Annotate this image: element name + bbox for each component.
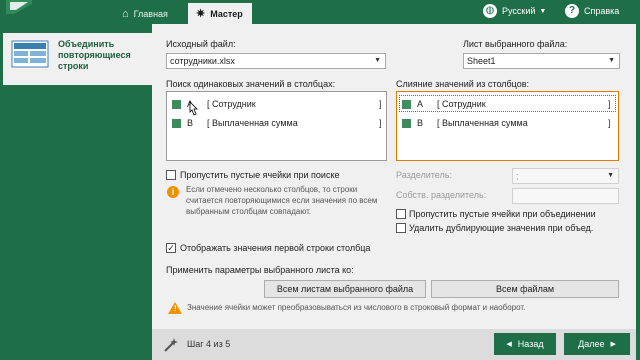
column-bracket: ]: [379, 118, 382, 128]
skip-empty-search-checkbox[interactable]: [166, 170, 176, 180]
tab-home[interactable]: ⌂ Главная: [114, 3, 182, 24]
search-columns-list[interactable]: A [ Сотрудник ] B [ Выплаченная сумма ]: [166, 91, 387, 161]
column-bracket: ]: [379, 99, 382, 109]
language-selector[interactable]: ◍ Русский ▼: [483, 4, 546, 18]
source-file-select[interactable]: сотрудники.xlsx ▼: [166, 53, 386, 69]
wizard-footer: Шаг 4 из 5 ◀ Назад Далее ▶: [152, 329, 636, 360]
help-button[interactable]: ? Справка: [565, 4, 619, 18]
sidebar-item-merge-duplicates[interactable]: Объединить повторяющиеся строки: [3, 33, 152, 85]
tab-master-label: Мастер: [210, 8, 243, 19]
remove-duplicates-label: Удалить дублирующие значения при объед.: [409, 223, 594, 233]
sidebar: Объединить повторяющиеся строки: [3, 24, 152, 360]
list-item[interactable]: B [ Выплаченная сумма: [402, 116, 612, 130]
search-columns-label: Поиск одинаковых значений в столбцах:: [166, 79, 336, 89]
column-color-icon: [402, 118, 411, 128]
list-item[interactable]: B [ Выплаченная сумма: [172, 116, 382, 130]
show-first-row-checkbox[interactable]: ✓: [166, 243, 176, 253]
column-name: [ Выплаченная сумма: [207, 118, 298, 128]
language-label: Русский: [502, 6, 536, 16]
chevron-down-icon: ▼: [608, 57, 615, 64]
chevron-down-icon: ▼: [374, 57, 381, 64]
show-first-row-label: Отображать значения первой строки столбц…: [180, 243, 371, 253]
main-panel: Исходный файл: сотрудники.xlsx ▼ Лист вы…: [152, 24, 636, 360]
sheet-label: Лист выбранного файла:: [463, 39, 568, 49]
column-color-icon: [402, 99, 411, 109]
chevron-left-icon: ◀: [506, 341, 512, 348]
step-indicator: Шаг 4 из 5: [187, 339, 231, 349]
mouse-cursor-icon: [189, 101, 198, 116]
frame-border-right: [636, 24, 640, 360]
skip-empty-merge-label: Пропустить пустые ячейки при объединении: [409, 209, 596, 219]
title-bar: ⌂ Главная ✷ Мастер ◍ Русский ▼ ? Справка: [0, 0, 640, 24]
app-logo-icon: [6, 0, 32, 14]
column-letter: B: [417, 118, 424, 128]
source-file-value: сотрудники.xlsx: [170, 56, 235, 66]
info-icon: i: [167, 186, 179, 198]
column-bracket: ]: [608, 99, 611, 109]
apply-label: Применить параметры выбранного листа ко:: [166, 265, 354, 275]
merge-rows-icon: [11, 40, 49, 68]
help-label: Справка: [584, 6, 620, 16]
list-item[interactable]: A [ Сотрудник: [402, 97, 612, 111]
chevron-down-icon: ▼: [539, 7, 547, 15]
source-file-label: Исходный файл:: [166, 39, 236, 49]
magic-wand-icon: [164, 338, 178, 352]
custom-separator-label: Собств. разделитель:: [396, 190, 487, 200]
list-item[interactable]: A [ Сотрудник: [172, 97, 382, 111]
column-name: [ Сотрудник: [207, 99, 256, 109]
skip-empty-merge-checkbox[interactable]: [396, 209, 406, 219]
column-letter: A: [417, 99, 424, 109]
tab-master[interactable]: ✷ Мастер: [188, 3, 252, 24]
merge-columns-label: Слияние значений из столбцов:: [396, 79, 530, 89]
remove-duplicates-checkbox[interactable]: [396, 223, 406, 233]
globe-icon: ◍: [483, 4, 497, 18]
column-letter: B: [187, 118, 194, 128]
back-button[interactable]: ◀ Назад: [494, 333, 556, 355]
sidebar-item-label: Объединить повторяющиеся строки: [58, 39, 131, 71]
next-button[interactable]: Далее ▶: [564, 333, 630, 355]
tab-home-label: Главная: [133, 8, 168, 19]
separator-value: ;: [516, 171, 519, 181]
custom-separator-input[interactable]: [512, 188, 619, 204]
skip-empty-search-label: Пропустить пустые ячейки при поиске: [180, 170, 340, 180]
separator-select[interactable]: ; ▼: [512, 168, 619, 184]
info-note: Если отмечено несколько столбцов, то стр…: [186, 185, 378, 216]
next-label: Далее: [578, 339, 605, 349]
sheet-value: Sheet1: [467, 56, 496, 66]
sheet-select[interactable]: Sheet1 ▼: [463, 53, 620, 69]
column-name: [ Выплаченная сумма: [437, 118, 528, 128]
column-color-icon: [172, 99, 181, 109]
chevron-right-icon: ▶: [610, 341, 616, 348]
separator-label: Разделитель:: [396, 170, 452, 180]
warning-mark: !: [174, 304, 177, 313]
help-icon: ?: [565, 4, 579, 18]
column-name: [ Сотрудник: [437, 99, 486, 109]
apply-all-files-button[interactable]: Всем файлам: [431, 280, 619, 298]
chevron-down-icon: ▼: [607, 172, 614, 179]
back-label: Назад: [517, 339, 544, 349]
warning-note: Значение ячейки может преобразовываться …: [187, 303, 526, 312]
column-color-icon: [172, 118, 181, 128]
merge-columns-list[interactable]: A [ Сотрудник ] B [ Выплаченная сумма ]: [396, 91, 619, 161]
magic-wand-icon: ✷: [196, 8, 206, 20]
home-icon: ⌂: [122, 7, 129, 20]
apply-all-sheets-button[interactable]: Всем листам выбранного файла: [264, 280, 426, 298]
column-bracket: ]: [608, 118, 611, 128]
